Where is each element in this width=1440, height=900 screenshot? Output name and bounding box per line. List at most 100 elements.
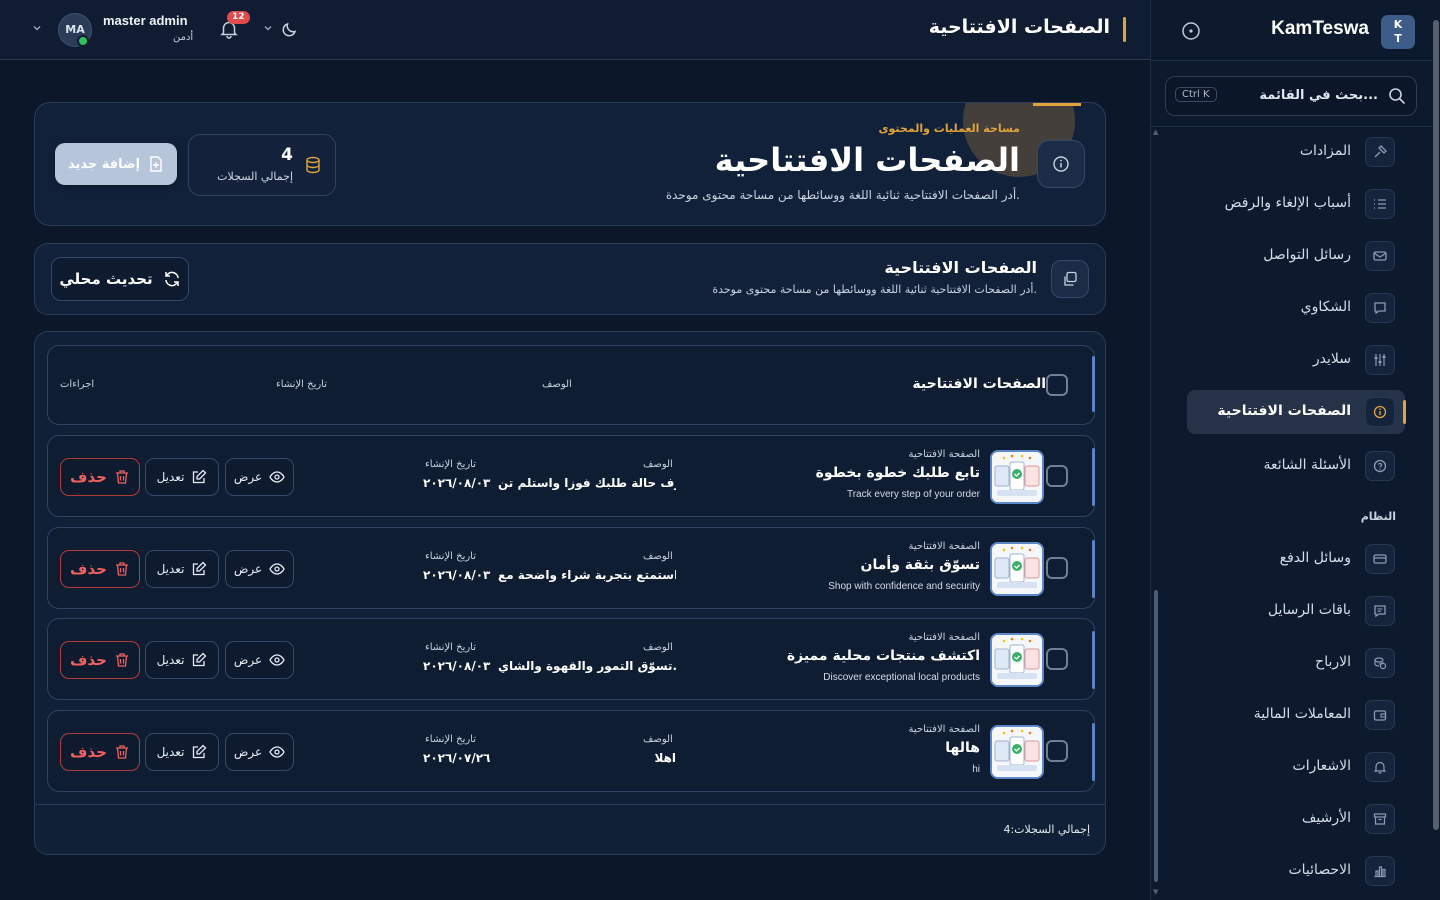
sidebar-item-label: الاحصائيات	[1288, 862, 1351, 878]
sidebar-item-message-packages[interactable]: باقات الرسايل	[1187, 589, 1405, 633]
sidebar-item-auctions[interactable]: المزادات	[1187, 130, 1405, 174]
row-thumbnail	[990, 725, 1044, 779]
message-icon	[1365, 293, 1395, 323]
sidebar-item-contact-messages[interactable]: رسائل التواصل	[1187, 234, 1405, 278]
row-description-label: الوصف	[643, 734, 673, 745]
delete-button-label: حذف	[70, 468, 107, 486]
row-kicker: الصفحة الافتتاحية	[908, 449, 980, 460]
edit-button[interactable]: تعديل	[145, 550, 219, 588]
delete-button[interactable]: حذف	[60, 733, 140, 771]
view-button[interactable]: عرض	[225, 641, 294, 679]
stat-value: 4	[281, 145, 293, 165]
table-row[interactable]: الصفحة الافتتاحية تسوّق بثقة وأمان Shop …	[47, 527, 1095, 609]
info-icon	[1037, 140, 1085, 188]
hero-kicker: مساحة العمليات والمحتوى	[878, 122, 1020, 135]
search-icon	[1388, 87, 1406, 105]
delete-button[interactable]: حذف	[60, 550, 140, 588]
hero-card: مساحة العمليات والمحتوى الصفحات الافتتاح…	[34, 102, 1106, 226]
delete-button[interactable]: حذف	[60, 641, 140, 679]
row-thumbnail	[990, 542, 1044, 596]
edit-button[interactable]: تعديل	[145, 458, 219, 496]
edit-icon	[191, 744, 207, 760]
sidebar-item-complaints[interactable]: الشكاوي	[1187, 286, 1405, 330]
sidebar-item-label: الاشعارات	[1292, 758, 1351, 774]
row-subtitle: hi	[972, 764, 980, 775]
view-button[interactable]: عرض	[225, 733, 294, 771]
row-title: هالها	[945, 740, 980, 756]
edit-button-label: تعديل	[156, 470, 185, 484]
collapse-sidebar-icon[interactable]	[1181, 21, 1201, 41]
local-refresh-button[interactable]: تحديث محلي	[51, 257, 189, 301]
chevron-down-icon[interactable]	[32, 23, 42, 33]
brand-name: KamTeswa	[1271, 18, 1369, 39]
sidebar-item-cancel-reasons[interactable]: أسباب الإلغاء والرفض	[1187, 182, 1405, 226]
table-row[interactable]: الصفحة الافتتاحية اكتشف منتجات محلية ممي…	[47, 618, 1095, 700]
row-title: تابع طلبك خطوة بخطوة	[815, 465, 980, 481]
view-button[interactable]: عرض	[225, 550, 294, 588]
sidebar-item-slider[interactable]: سلايدر	[1187, 338, 1405, 382]
eye-icon	[269, 652, 285, 668]
chevron-down-icon[interactable]	[263, 23, 273, 33]
edit-button-label: تعديل	[156, 653, 185, 667]
sidebar-item-onboarding-pages[interactable]: الصفحات الافتتاحية	[1187, 390, 1406, 434]
column-header-created: تاريخ الإنشاء	[276, 379, 328, 390]
view-button-label: عرض	[233, 653, 263, 667]
mail-icon	[1365, 241, 1395, 271]
page-title: الصفحات الافتتاحية	[928, 16, 1110, 38]
online-status-dot	[77, 35, 89, 47]
row-subtitle: Discover exceptional local products	[823, 672, 980, 683]
table-row[interactable]: الصفحة الافتتاحية هالها hi الوصف اهلا تا…	[47, 710, 1095, 792]
delete-button[interactable]: حذف	[60, 458, 140, 496]
row-checkbox[interactable]	[1046, 557, 1068, 579]
sidebar-item-label: باقات الرسايل	[1267, 602, 1351, 618]
row-checkbox[interactable]	[1046, 465, 1068, 487]
table-row[interactable]: الصفحة الافتتاحية تابع طلبك خطوة بخطوة T…	[47, 435, 1095, 517]
sidebar-item-payment-methods[interactable]: وسائل الدفع	[1187, 537, 1405, 581]
edit-button[interactable]: تعديل	[145, 733, 219, 771]
hero-title: الصفحات الافتتاحية	[714, 141, 1020, 179]
hero-description: أدر الصفحات الافتتاحية ثنائية اللغة ووسا…	[665, 188, 1020, 202]
title-accent	[1123, 17, 1126, 42]
row-description-label: الوصف	[643, 459, 673, 470]
help-icon	[1365, 451, 1395, 481]
sidebar-item-notifications[interactable]: الاشعارات	[1187, 745, 1405, 789]
sidebar-item-label: أسباب الإلغاء والرفض	[1224, 195, 1351, 211]
row-thumbnail	[990, 633, 1044, 687]
sidebar: KamTeswa KT بحث في القائمة... Ctrl K الم…	[1150, 0, 1432, 900]
select-all-checkbox[interactable]	[1046, 374, 1068, 396]
sidebar-item-archive[interactable]: الأرشيف	[1187, 797, 1405, 841]
moon-icon[interactable]	[280, 19, 300, 39]
sidebar-item-financial-transactions[interactable]: المعاملات المالية	[1187, 693, 1405, 737]
list-icon	[1365, 189, 1395, 219]
sidebar-item-profits[interactable]: الارباح	[1187, 641, 1405, 685]
sidebar-item-label: سلايدر	[1312, 351, 1351, 367]
user-name[interactable]: master admin	[103, 13, 188, 28]
row-kicker: الصفحة الافتتاحية	[908, 632, 980, 643]
sidebar-scrollbar[interactable]	[1154, 590, 1158, 882]
add-new-button[interactable]: إضافة جديد	[55, 143, 177, 185]
sidebar-scroll-down[interactable]: ▼	[1153, 888, 1158, 896]
window-scrollbar[interactable]	[1432, 0, 1440, 900]
sidebar-search[interactable]: بحث في القائمة... Ctrl K	[1165, 76, 1417, 116]
sidebar-item-statistics[interactable]: الاحصائيات	[1187, 849, 1405, 893]
edit-button[interactable]: تعديل	[145, 641, 219, 679]
table-footer-divider	[35, 804, 1105, 805]
row-created: ٢٠٢٦/٠٨/٠٣	[423, 659, 491, 673]
row-kicker: الصفحة الافتتاحية	[908, 724, 980, 735]
sidebar-item-label: المزادات	[1299, 143, 1351, 159]
total-records-stat: 4 إجمالي السجلات	[188, 134, 336, 196]
row-checkbox[interactable]	[1046, 648, 1068, 670]
row-checkbox[interactable]	[1046, 740, 1068, 762]
view-button[interactable]: عرض	[225, 458, 294, 496]
sidebar-scroll-up[interactable]: ▲	[1153, 128, 1158, 136]
archive-icon	[1365, 804, 1395, 834]
sidebar-item-faq[interactable]: الأسئلة الشائعة	[1187, 444, 1405, 488]
row-created-label: تاريخ الإنشاء	[425, 734, 477, 745]
window-scrollbar-thumb[interactable]	[1433, 20, 1439, 830]
sidebar-item-label: الصفحات الافتتاحية	[1217, 403, 1351, 419]
delete-button-label: حذف	[70, 651, 107, 669]
card-icon	[1365, 544, 1395, 574]
sidebar-item-label: الأسئلة الشائعة	[1263, 457, 1352, 473]
trash-icon	[114, 561, 130, 577]
column-header-description: الوصف	[542, 379, 572, 390]
